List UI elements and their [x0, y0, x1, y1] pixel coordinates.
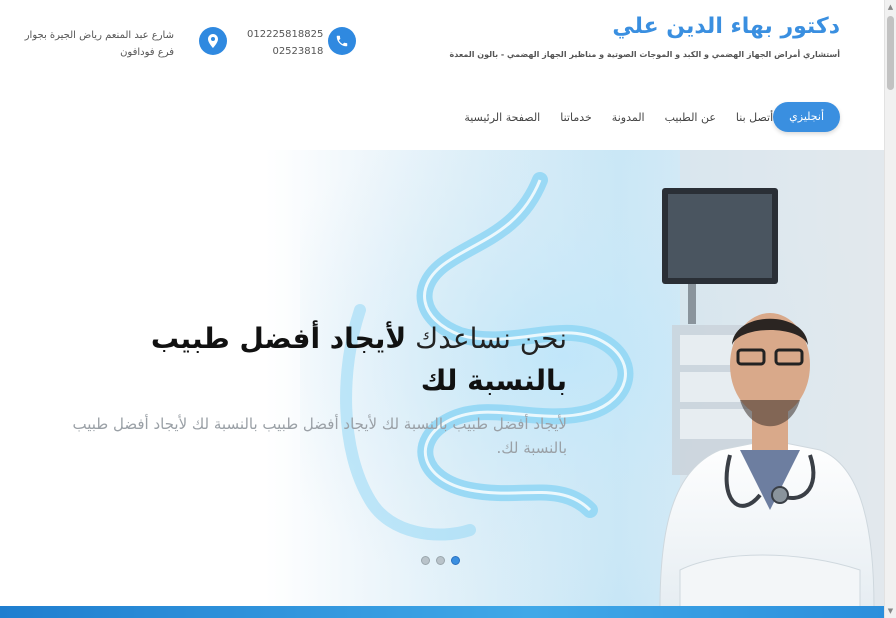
- hero-headline-thin: نحن نساعدك: [415, 322, 567, 355]
- hero-slider: نحن نساعدك لأيجاد أفضل طبيب بالنسبة لك ل…: [0, 150, 884, 608]
- scroll-down-arrow-icon[interactable]: ▼: [885, 604, 896, 618]
- nav-services[interactable]: خدماتنا: [560, 111, 592, 124]
- scrollbar-thumb[interactable]: [887, 16, 894, 90]
- language-button[interactable]: أنجليزي: [773, 102, 840, 132]
- address-line-1: شارع عبد المنعم رياض الجيرة بجوار: [24, 30, 174, 41]
- slider-dots: [421, 556, 460, 565]
- address-line-2: فرع فودافون: [120, 47, 174, 58]
- main-nav: الصفحة الرئيسية خدماتنا المدونة عن الطبي…: [444, 102, 840, 132]
- nav-contact[interactable]: أتصل بنا: [736, 111, 773, 124]
- slide-dot-1[interactable]: [421, 556, 430, 565]
- nav-home[interactable]: الصفحة الرئيسية: [464, 111, 540, 124]
- site-subtitle: أستشاري أمراض الجهاز الهضمي و الكبد و ال…: [449, 50, 841, 59]
- nav-blog[interactable]: المدونة: [612, 111, 645, 124]
- slide-dot-2[interactable]: [436, 556, 445, 565]
- phone-number-1[interactable]: 012225818825: [247, 26, 323, 43]
- phone-icon: [328, 27, 356, 55]
- page: دكتور بهاء الدين علي أستشاري أمراض الجها…: [0, 0, 884, 618]
- vertical-scrollbar[interactable]: ▲ ▼: [884, 0, 896, 618]
- hero-headline: نحن نساعدك لأيجاد أفضل طبيب بالنسبة لك: [97, 318, 567, 402]
- slide-dot-3[interactable]: [451, 556, 460, 565]
- site-title[interactable]: دكتور بهاء الدين علي: [612, 14, 840, 39]
- nav-about[interactable]: عن الطبيب: [665, 111, 716, 124]
- scroll-up-arrow-icon[interactable]: ▲: [885, 0, 896, 14]
- hero-body-text: لأيجاد أفضل طبيب بالنسبة لك لأيجاد أفضل …: [72, 415, 568, 457]
- bottom-accent-bar: [0, 606, 884, 618]
- location-pin-icon: [199, 27, 227, 55]
- phone-number-2[interactable]: 02523818: [247, 43, 323, 60]
